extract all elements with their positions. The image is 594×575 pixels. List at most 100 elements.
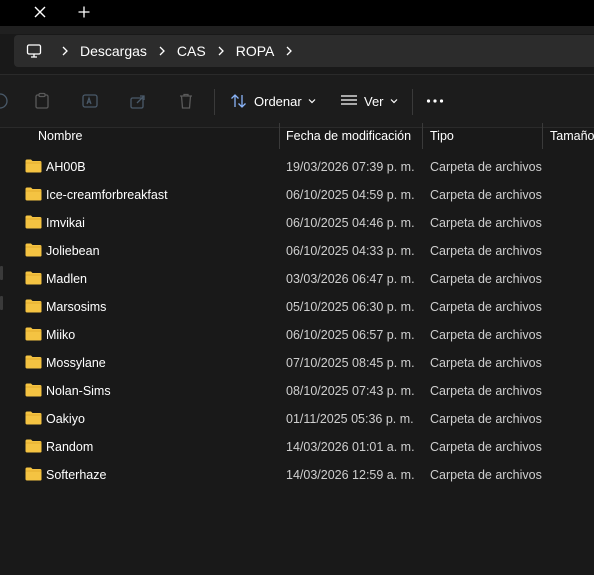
breadcrumb-ropa[interactable]: ROPA (234, 43, 277, 59)
column-size[interactable]: Tamaño (550, 123, 594, 149)
file-date: 01/11/2025 05:36 p. m. (286, 412, 414, 426)
more-options-button[interactable] (426, 87, 444, 115)
file-type: Carpeta de archivos (430, 216, 542, 230)
file-name: Ice-creamforbreakfast (46, 188, 168, 202)
folder-icon (25, 327, 42, 341)
breadcrumb-cas[interactable]: CAS (175, 43, 208, 59)
chevron-right-icon[interactable] (276, 46, 302, 56)
command-bar: Ordenar Ver (0, 74, 594, 128)
file-date: 07/10/2025 08:45 p. m. (286, 356, 415, 370)
chevron-right-icon[interactable] (149, 46, 175, 56)
folder-icon (25, 467, 42, 481)
folder-icon (25, 411, 42, 425)
list-item[interactable]: AH00B 19/03/2026 07:39 p. m. Carpeta de … (0, 153, 594, 181)
breadcrumb-descargas[interactable]: Descargas (78, 43, 149, 59)
folder-icon (25, 159, 42, 173)
folder-icon (25, 299, 42, 313)
paste-icon[interactable] (32, 91, 52, 111)
file-type: Carpeta de archivos (430, 160, 542, 174)
file-name: Random (46, 440, 94, 454)
file-type: Carpeta de archivos (430, 412, 542, 426)
toolbar-divider (412, 89, 413, 115)
column-header: Nombre Fecha de modificación Tipo Tamaño (0, 123, 594, 149)
list-item[interactable]: Madlen 03/03/2026 06:47 p. m. Carpeta de… (0, 265, 594, 293)
folder-icon (25, 187, 42, 201)
column-name[interactable]: Nombre (38, 123, 82, 149)
file-name: Madlen (46, 272, 87, 286)
folder-icon (25, 355, 42, 369)
address-bar[interactable]: Descargas CAS ROPA (14, 35, 594, 67)
file-date: 19/03/2026 07:39 p. m. (286, 160, 415, 174)
list-item[interactable]: Imvikai 06/10/2025 04:46 p. m. Carpeta d… (0, 209, 594, 237)
file-name: Marsosims (46, 300, 107, 314)
file-type: Carpeta de archivos (430, 300, 542, 314)
file-type: Carpeta de archivos (430, 244, 542, 258)
share-icon[interactable] (128, 91, 148, 111)
file-date: 06/10/2025 04:46 p. m. (286, 216, 415, 230)
tab-bar (0, 0, 594, 26)
rename-icon[interactable] (80, 91, 100, 111)
list-item[interactable]: Ice-creamforbreakfast 06/10/2025 04:59 p… (0, 181, 594, 209)
folder-icon (25, 215, 42, 229)
view-label: Ver (364, 93, 384, 109)
list-item[interactable]: Joliebean 06/10/2025 04:33 p. m. Carpeta… (0, 237, 594, 265)
column-divider[interactable] (542, 123, 543, 149)
file-type: Carpeta de archivos (430, 468, 542, 482)
list-item[interactable]: Softerhaze 14/03/2026 12:59 a. m. Carpet… (0, 461, 594, 489)
toolbar-divider (214, 89, 215, 115)
file-name: Miiko (46, 328, 76, 342)
file-date: 06/10/2025 04:33 p. m. (286, 244, 415, 258)
sort-label: Ordenar (254, 93, 302, 109)
file-name: Softerhaze (46, 468, 107, 482)
file-date: 08/10/2025 07:43 p. m. (286, 384, 415, 398)
file-type: Carpeta de archivos (430, 356, 542, 370)
computer-icon[interactable] (26, 42, 44, 60)
file-type: Carpeta de archivos (430, 328, 542, 342)
file-type: Carpeta de archivos (430, 440, 542, 454)
close-icon (34, 6, 46, 18)
view-icon (341, 95, 357, 105)
file-date: 03/03/2026 06:47 p. m. (286, 272, 415, 286)
list-item[interactable]: Nolan-Sims 08/10/2025 07:43 p. m. Carpet… (0, 377, 594, 405)
folder-icon (25, 439, 42, 453)
file-date: 05/10/2025 06:30 p. m. (286, 300, 415, 314)
delete-icon[interactable] (176, 91, 196, 111)
file-date: 14/03/2026 12:59 a. m. (286, 468, 415, 482)
list-item[interactable]: Marsosims 05/10/2025 06:30 p. m. Carpeta… (0, 293, 594, 321)
file-name: Imvikai (46, 216, 85, 230)
column-date[interactable]: Fecha de modificación (286, 123, 411, 149)
chevron-right-icon[interactable] (208, 46, 234, 56)
file-name: Mossylane (46, 356, 106, 370)
sort-icon (231, 94, 246, 108)
file-name: AH00B (46, 160, 86, 174)
new-item-icon[interactable] (0, 91, 10, 111)
file-date: 06/10/2025 04:59 p. m. (286, 188, 415, 202)
list-item[interactable]: Oakiyo 01/11/2025 05:36 p. m. Carpeta de… (0, 405, 594, 433)
more-icon (426, 99, 444, 103)
chevron-down-icon (390, 99, 397, 104)
tab-strip (0, 26, 594, 34)
folder-icon (25, 383, 42, 397)
column-divider[interactable] (279, 123, 280, 149)
view-button[interactable]: Ver (340, 87, 398, 115)
file-name: Joliebean (46, 244, 100, 258)
file-name: Oakiyo (46, 412, 85, 426)
list-item[interactable]: Random 14/03/2026 01:01 a. m. Carpeta de… (0, 433, 594, 461)
column-divider[interactable] (422, 123, 423, 149)
new-tab-button[interactable] (70, 0, 98, 24)
list-item[interactable]: Mossylane 07/10/2025 08:45 p. m. Carpeta… (0, 349, 594, 377)
file-date: 14/03/2026 01:01 a. m. (286, 440, 415, 454)
chevron-down-icon (308, 99, 316, 104)
file-date: 06/10/2025 06:57 p. m. (286, 328, 415, 342)
folder-icon (25, 243, 42, 257)
chevron-right-icon[interactable] (52, 46, 78, 56)
file-name: Nolan-Sims (46, 384, 111, 398)
list-item[interactable]: Miiko 06/10/2025 06:57 p. m. Carpeta de … (0, 321, 594, 349)
close-tab-button[interactable] (26, 0, 54, 24)
sort-button[interactable]: Ordenar (230, 87, 316, 115)
file-type: Carpeta de archivos (430, 272, 542, 286)
file-type: Carpeta de archivos (430, 384, 542, 398)
plus-icon (78, 6, 90, 18)
column-type[interactable]: Tipo (430, 123, 454, 149)
folder-icon (25, 271, 42, 285)
